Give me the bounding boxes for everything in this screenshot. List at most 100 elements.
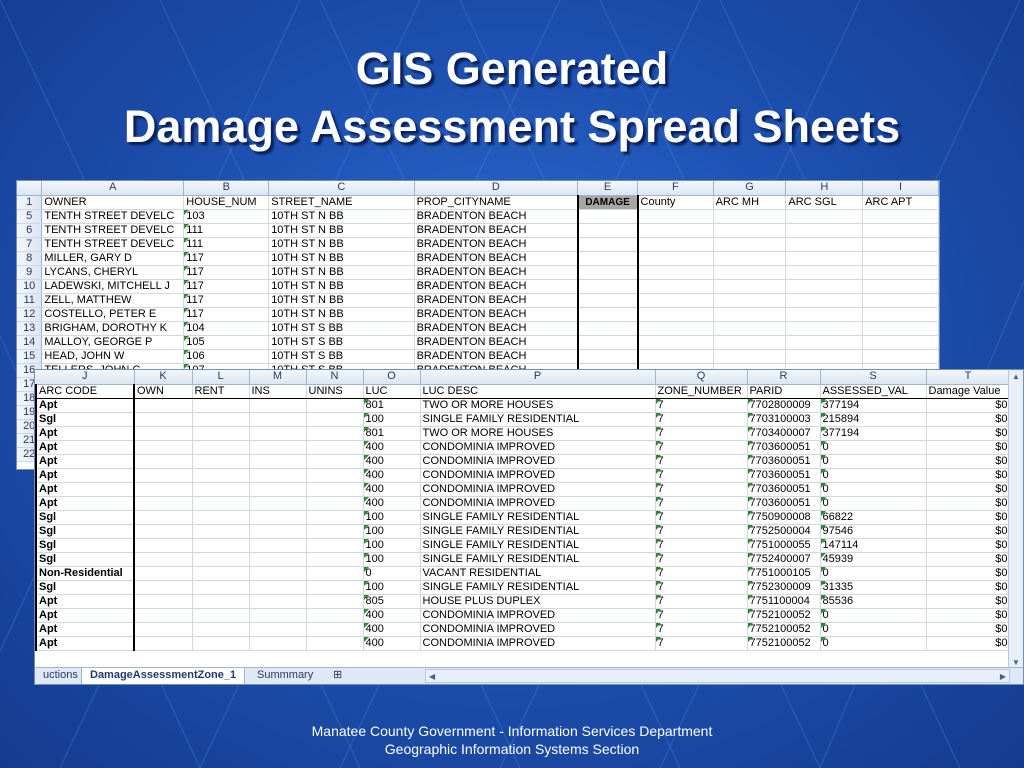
arc-code-cell[interactable]: Apt xyxy=(35,426,135,441)
owner-cell[interactable]: LYCANS, CHERYL xyxy=(41,265,185,280)
city-cell[interactable]: BRADENTON BEACH xyxy=(414,307,579,322)
header-cell[interactable]: ARC MH xyxy=(713,195,787,210)
empty-cell[interactable] xyxy=(249,454,307,469)
damage-cell[interactable] xyxy=(576,349,639,364)
arc-code-cell[interactable]: Apt xyxy=(35,398,135,413)
empty-cell[interactable] xyxy=(637,349,714,364)
header-cell[interactable]: INS xyxy=(249,384,307,399)
empty-cell[interactable] xyxy=(862,279,939,294)
luc-cell[interactable]: 400 xyxy=(363,468,421,483)
house-num-cell[interactable]: 106 xyxy=(183,349,270,364)
empty-cell[interactable] xyxy=(192,524,250,539)
empty-cell[interactable] xyxy=(192,398,250,413)
street-name-cell[interactable]: 10TH ST N BB xyxy=(268,251,415,266)
empty-cell[interactable] xyxy=(306,510,364,525)
empty-cell[interactable] xyxy=(134,426,193,441)
empty-cell[interactable] xyxy=(306,426,364,441)
header-cell[interactable]: DAMAGE xyxy=(576,195,639,210)
empty-cell[interactable] xyxy=(134,524,193,539)
luc-desc-cell[interactable]: CONDOMINIA IMPROVED xyxy=(420,636,656,651)
empty-cell[interactable] xyxy=(785,349,864,364)
luc-desc-cell[interactable]: CONDOMINIA IMPROVED xyxy=(420,622,656,637)
header-cell[interactable]: County xyxy=(637,195,714,210)
house-num-cell[interactable]: 117 xyxy=(183,293,270,308)
damage-cell[interactable] xyxy=(576,237,639,252)
column-header[interactable]: P xyxy=(420,370,656,385)
damage-value-cell[interactable]: $0 xyxy=(926,468,1011,483)
parid-cell[interactable]: 7751100004 xyxy=(747,594,821,609)
empty-cell[interactable] xyxy=(637,209,714,224)
parid-cell[interactable]: 7702800009 xyxy=(747,398,821,413)
empty-cell[interactable] xyxy=(637,335,714,350)
empty-cell[interactable] xyxy=(134,510,193,525)
luc-cell[interactable]: 805 xyxy=(363,594,421,609)
zone-number-cell[interactable]: 7 xyxy=(655,594,748,609)
luc-cell[interactable]: 400 xyxy=(363,482,421,497)
zone-number-cell[interactable]: 7 xyxy=(655,524,748,539)
assessed-val-cell[interactable]: 97546 xyxy=(820,524,927,539)
empty-cell[interactable] xyxy=(637,307,714,322)
assessed-val-cell[interactable]: 0 xyxy=(820,566,927,581)
column-header[interactable]: I xyxy=(862,181,939,196)
column-header[interactable]: L xyxy=(192,370,250,385)
zone-number-cell[interactable]: 7 xyxy=(655,580,748,595)
parid-cell[interactable]: 7752500004 xyxy=(747,524,821,539)
scroll-down-icon[interactable]: ▼ xyxy=(1012,658,1020,667)
tab-damage-assessment-zone-1[interactable]: DamageAssessmentZone_1 xyxy=(81,668,246,684)
city-cell[interactable]: BRADENTON BEACH xyxy=(414,265,579,280)
empty-cell[interactable] xyxy=(249,552,307,567)
empty-cell[interactable] xyxy=(862,223,939,238)
luc-cell[interactable]: 400 xyxy=(363,454,421,469)
arc-code-cell[interactable]: Sgl xyxy=(35,412,135,427)
parid-cell[interactable]: 7751000105 xyxy=(747,566,821,581)
header-cell[interactable]: RENT xyxy=(192,384,250,399)
luc-cell[interactable]: 100 xyxy=(363,538,421,553)
arc-code-cell[interactable]: Apt xyxy=(35,622,135,637)
parid-cell[interactable]: 7703600051 xyxy=(747,454,821,469)
row-number[interactable]: 13 xyxy=(17,321,43,336)
luc-desc-cell[interactable]: TWO OR MORE HOUSES xyxy=(420,398,656,413)
empty-cell[interactable] xyxy=(249,426,307,441)
owner-cell[interactable]: BRIGHAM, DOROTHY K xyxy=(41,321,185,336)
arc-code-cell[interactable]: Apt xyxy=(35,496,135,511)
damage-cell[interactable] xyxy=(576,265,639,280)
damage-value-cell[interactable]: $0 xyxy=(926,496,1011,511)
empty-cell[interactable] xyxy=(249,594,307,609)
empty-cell[interactable] xyxy=(862,265,939,280)
assessed-val-cell[interactable]: 85536 xyxy=(820,594,927,609)
assessed-val-cell[interactable]: 215894 xyxy=(820,412,927,427)
empty-cell[interactable] xyxy=(713,265,787,280)
column-header[interactable]: J xyxy=(36,370,135,385)
empty-cell[interactable] xyxy=(306,580,364,595)
empty-cell[interactable] xyxy=(192,538,250,553)
zone-number-cell[interactable]: 7 xyxy=(655,482,748,497)
empty-cell[interactable] xyxy=(249,398,307,413)
empty-cell[interactable] xyxy=(862,251,939,266)
empty-cell[interactable] xyxy=(249,608,307,623)
damage-cell[interactable] xyxy=(576,321,639,336)
parid-cell[interactable]: 7703600051 xyxy=(747,440,821,455)
empty-cell[interactable] xyxy=(192,510,250,525)
scroll-left-icon[interactable]: ◀ xyxy=(429,672,435,681)
empty-cell[interactable] xyxy=(713,251,787,266)
house-num-cell[interactable]: 111 xyxy=(183,223,270,238)
column-header[interactable]: H xyxy=(785,181,864,196)
damage-value-cell[interactable]: $0 xyxy=(926,636,1011,651)
header-cell[interactable]: HOUSE_NUM xyxy=(183,195,270,210)
luc-desc-cell[interactable]: HOUSE PLUS DUPLEX xyxy=(420,594,656,609)
luc-desc-cell[interactable]: TWO OR MORE HOUSES xyxy=(420,426,656,441)
empty-cell[interactable] xyxy=(862,209,939,224)
column-header[interactable]: B xyxy=(183,181,270,196)
zone-number-cell[interactable]: 7 xyxy=(655,622,748,637)
luc-desc-cell[interactable]: CONDOMINIA IMPROVED xyxy=(420,440,656,455)
header-cell[interactable]: ARC SGL xyxy=(785,195,864,210)
luc-desc-cell[interactable]: CONDOMINIA IMPROVED xyxy=(420,608,656,623)
zone-number-cell[interactable]: 7 xyxy=(655,398,748,413)
arc-code-cell[interactable]: Sgl xyxy=(35,580,135,595)
empty-cell[interactable] xyxy=(862,321,939,336)
arc-code-cell[interactable]: Sgl xyxy=(35,510,135,525)
assessed-val-cell[interactable]: 0 xyxy=(820,482,927,497)
empty-cell[interactable] xyxy=(306,482,364,497)
parid-cell[interactable]: 7752100052 xyxy=(747,636,821,651)
zone-number-cell[interactable]: 7 xyxy=(655,566,748,581)
